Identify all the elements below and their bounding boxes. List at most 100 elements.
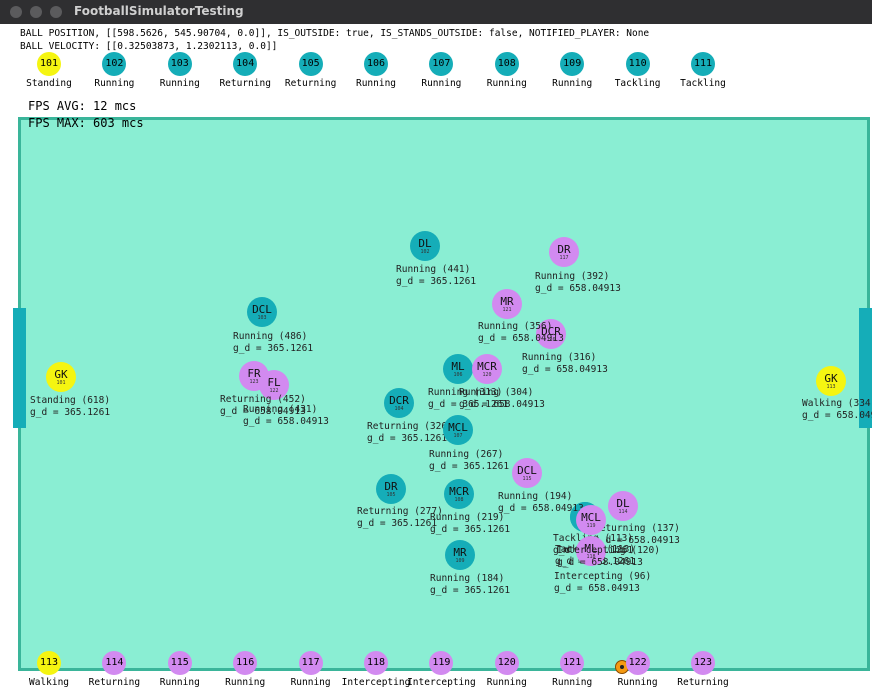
player-role-label: ML — [451, 360, 465, 373]
player-role-label: DCL — [517, 464, 537, 477]
player-goal-distance-label: g_d = 365.1261 — [30, 407, 111, 418]
player-circle: MCR 120 — [472, 354, 502, 384]
player-status-label: Returning — [88, 677, 141, 688]
simulator-canvas: BALL POSITION, [[598.5626, 545.90704, 0.… — [0, 24, 872, 700]
away-player-chip-114[interactable]: 114 Returning — [79, 651, 149, 688]
player-goal-distance-label: g_d = 658.04913 — [554, 583, 640, 594]
window-title: FootballSimulatorTesting — [74, 4, 244, 18]
player-circle: FR 123 — [239, 361, 269, 391]
player-status-label: Returning — [284, 78, 337, 89]
away-player-chip-113[interactable]: 113 Walking — [14, 651, 84, 688]
player-state-label: Standing (618) — [30, 395, 111, 406]
fps-max-readout: FPS MAX: 603 mcs — [28, 116, 144, 130]
player-role-label: DR — [557, 243, 571, 256]
player-status-label: Running — [552, 78, 593, 89]
player-number-badge: 114 — [102, 651, 127, 675]
away-player-chip-120[interactable]: 120 Running — [472, 651, 542, 688]
player-number-label: 105 — [386, 492, 396, 498]
home-player-chip-111[interactable]: 111 Tackling — [668, 52, 738, 89]
player-role-label: DR — [384, 480, 398, 493]
player-number-badge: 110 — [625, 52, 650, 76]
player-role-label: MCR — [477, 360, 497, 373]
player-status-label: Running — [355, 78, 397, 89]
player-number-badge: 103 — [167, 52, 192, 76]
player-circle: DL 114 — [608, 491, 638, 521]
home-player-chip-102[interactable]: 102 Running — [79, 52, 149, 89]
player-number-label: 113 — [826, 384, 836, 390]
home-player-chip-106[interactable]: 106 Running — [341, 52, 411, 89]
player-status-label: Running — [94, 78, 135, 89]
player-circle: MCR 108 — [444, 479, 474, 509]
away-player-chip-117[interactable]: 117 Running — [276, 651, 346, 688]
minimize-window-button[interactable] — [30, 6, 42, 18]
home-player-chip-103[interactable]: 103 Running — [145, 52, 215, 89]
player-state-label: Running (304) — [459, 387, 534, 398]
home-player-chip-110[interactable]: 110 Tackling — [603, 52, 673, 89]
away-player-chip-122[interactable]: 122 Running — [603, 651, 673, 688]
player-status-label: Running — [421, 78, 462, 89]
player-role-label: GK — [824, 372, 838, 385]
away-player-chip-123[interactable]: 123 Returning — [668, 651, 738, 688]
player-goal-distance-label: g_d = 365.1261 — [233, 343, 314, 354]
player-state-label: Intercepting (96) — [554, 571, 652, 582]
away-player-chip-115[interactable]: 115 Running — [145, 651, 215, 688]
player-number-badge: 119 — [429, 651, 454, 675]
player-goal-distance-label: g_d = 658.04913 — [220, 406, 306, 417]
home-player-chip-108[interactable]: 108 Running — [472, 52, 542, 89]
player-state-label: Running (219) — [430, 512, 505, 523]
player-state-label: Returning (452) — [220, 394, 306, 405]
away-player-chip-119[interactable]: 119 Intercepting — [406, 651, 476, 688]
player-goal-distance-label: g_d = 658.04913 — [243, 416, 329, 427]
player-number-badge: 117 — [298, 651, 323, 675]
player-status-label: Walking — [28, 677, 70, 688]
player-status-label: Running — [486, 78, 527, 89]
player-number-badge: 123 — [691, 651, 715, 675]
player-state-label: Returning (326) — [367, 421, 453, 432]
player-number-label: 121 — [502, 307, 512, 313]
home-player-chip-101[interactable]: 101 Standing — [14, 52, 84, 89]
player-status-label: Intercepting — [407, 677, 476, 688]
home-player-chip-104[interactable]: 104 Returning — [210, 52, 280, 89]
home-player-chip-107[interactable]: 107 Running — [406, 52, 476, 89]
player-number-badge: 101 — [37, 52, 61, 76]
player-role-label: GK — [54, 368, 68, 381]
away-player-chip-121[interactable]: 121 Running — [537, 651, 607, 688]
player-role-label: MCL — [581, 511, 601, 524]
player-role-label: DL — [616, 497, 630, 510]
home-player-chip-109[interactable]: 109 Running — [537, 52, 607, 89]
player-goal-distance-label: g_d = 365.1261 — [396, 276, 477, 287]
player-number-label: 101 — [56, 380, 66, 386]
player-status-label: Running — [225, 677, 266, 688]
close-window-button[interactable] — [10, 6, 22, 18]
home-player-chip-105[interactable]: 105 Returning — [276, 52, 346, 89]
player-number-label: 109 — [455, 558, 465, 564]
player-goal-distance-label: g_d = 658.04913 — [535, 283, 621, 294]
ball-position-debug: BALL POSITION, [[598.5626, 545.90704, 0.… — [20, 28, 650, 39]
player-goal-distance-label: g_d = 658.04913 — [459, 399, 545, 410]
player-circle: MCL 119 — [576, 505, 606, 535]
player-circle: MCL 107 — [443, 415, 473, 445]
player-number-label: 117 — [559, 255, 569, 261]
player-role-label: FR — [247, 367, 261, 380]
player-role-label: MCR — [449, 485, 469, 498]
player-status-label: Intercepting — [341, 677, 411, 688]
player-number-badge: 122 — [625, 651, 650, 675]
player-number-badge: 109 — [560, 52, 585, 76]
player-number-badge: 102 — [102, 52, 127, 76]
player-status-label: Running — [617, 677, 658, 688]
player-state-label: Intercepting (120) — [557, 545, 660, 556]
player-goal-distance-label: g_d = 658.04913 — [498, 503, 584, 514]
player-state-label: Running (356) — [478, 321, 553, 332]
player-circle: DCR 104 — [384, 388, 414, 418]
away-player-chip-118[interactable]: 118 Intercepting — [341, 651, 411, 688]
ball-velocity-debug: BALL VELOCITY: [[0.32503873, 1.2302113, … — [20, 41, 278, 52]
player-number-label: 106 — [453, 372, 463, 378]
player-status-label: Running — [159, 677, 200, 688]
away-player-chip-116[interactable]: 116 Running — [210, 651, 280, 688]
player-state-label: Running (194) — [498, 491, 573, 502]
player-goal-distance-label: g_d = 365.1261 — [430, 585, 511, 596]
player-status-label: Standing — [26, 78, 72, 89]
player-circle: MR 121 — [492, 289, 522, 319]
player-state-label: Running (316) — [522, 352, 597, 363]
maximize-window-button[interactable] — [50, 6, 62, 18]
